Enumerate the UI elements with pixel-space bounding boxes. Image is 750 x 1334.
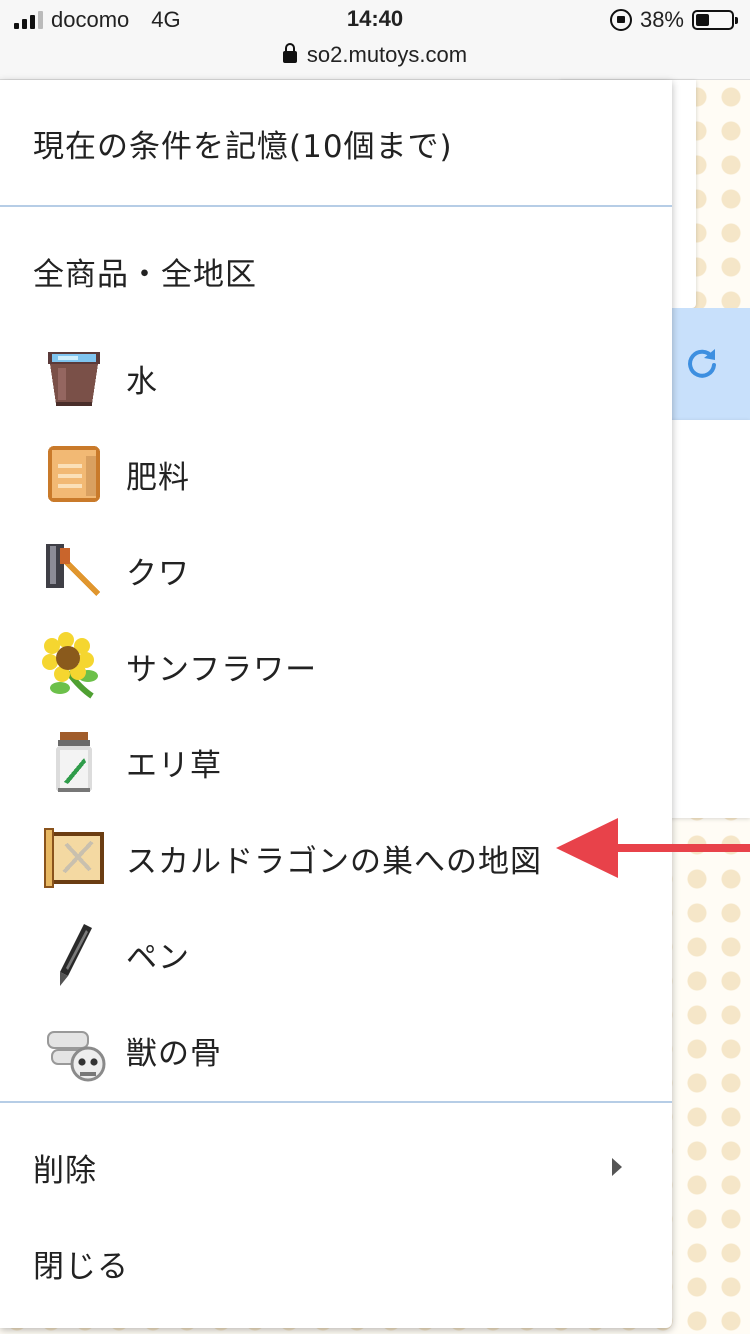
list-item-sunflower[interactable]: サンフラワー (0, 618, 672, 714)
close-item[interactable]: 閉じる (0, 1210, 672, 1316)
refresh-icon[interactable] (684, 345, 720, 381)
chevron-right-icon (612, 1158, 622, 1176)
item-label: 水 (126, 363, 158, 400)
all-products-item[interactable]: 全商品・全地区 (0, 208, 672, 334)
item-label: ペン (126, 939, 190, 976)
padlock-icon (282, 43, 297, 63)
fertilizer-sack-icon (48, 446, 100, 502)
rotation-lock-icon (609, 9, 632, 31)
status-bar: docomo 4G 14:40 38% (0, 0, 750, 40)
item-label: エリ草 (126, 747, 222, 784)
map-scroll-icon (44, 828, 104, 888)
item-label: 獣の骨 (126, 1035, 222, 1072)
item-label: 肥料 (126, 459, 190, 496)
save-condition-label: 現在の条件を記憶(10個まで) (33, 128, 453, 165)
item-label: スカルドラゴンの巣への地図 (126, 843, 542, 880)
annotation-arrow-icon (556, 818, 750, 878)
battery-icon (692, 10, 738, 30)
hoe-icon (46, 544, 100, 596)
delete-label: 削除 (33, 1152, 97, 1189)
herb-jar-icon (56, 732, 92, 792)
battery-percent: 38% (639, 7, 684, 32)
sunflower-icon (42, 632, 98, 699)
all-products-label: 全商品・全地区 (33, 256, 257, 293)
list-item-herb[interactable]: エリ草 (0, 714, 672, 810)
water-bucket-icon (48, 352, 100, 406)
save-condition-item[interactable]: 現在の条件を記憶(10個まで) (0, 80, 672, 206)
close-label: 閉じる (33, 1248, 129, 1285)
pen-icon (60, 924, 92, 986)
divider (0, 205, 672, 207)
list-item-fertilizer[interactable]: 肥料 (0, 426, 672, 522)
item-label: クワ (126, 555, 190, 592)
list-item-pen[interactable]: ペン (0, 906, 672, 1002)
list-item-water[interactable]: 水 (0, 330, 672, 426)
list-item-bone[interactable]: 獣の骨 (0, 1002, 672, 1098)
divider (0, 1101, 672, 1103)
url-bar[interactable]: so2.mutoys.com (0, 40, 750, 80)
item-label: サンフラワー (126, 651, 318, 688)
list-item-hoe[interactable]: クワ (0, 522, 672, 618)
beast-bone-icon (47, 1031, 106, 1082)
condition-menu: 現在の条件を記憶(10個まで) 全商品・全地区 水 肥料 クワ サンフラワー エ… (0, 80, 672, 1328)
url-domain: so2.mutoys.com (306, 42, 468, 67)
